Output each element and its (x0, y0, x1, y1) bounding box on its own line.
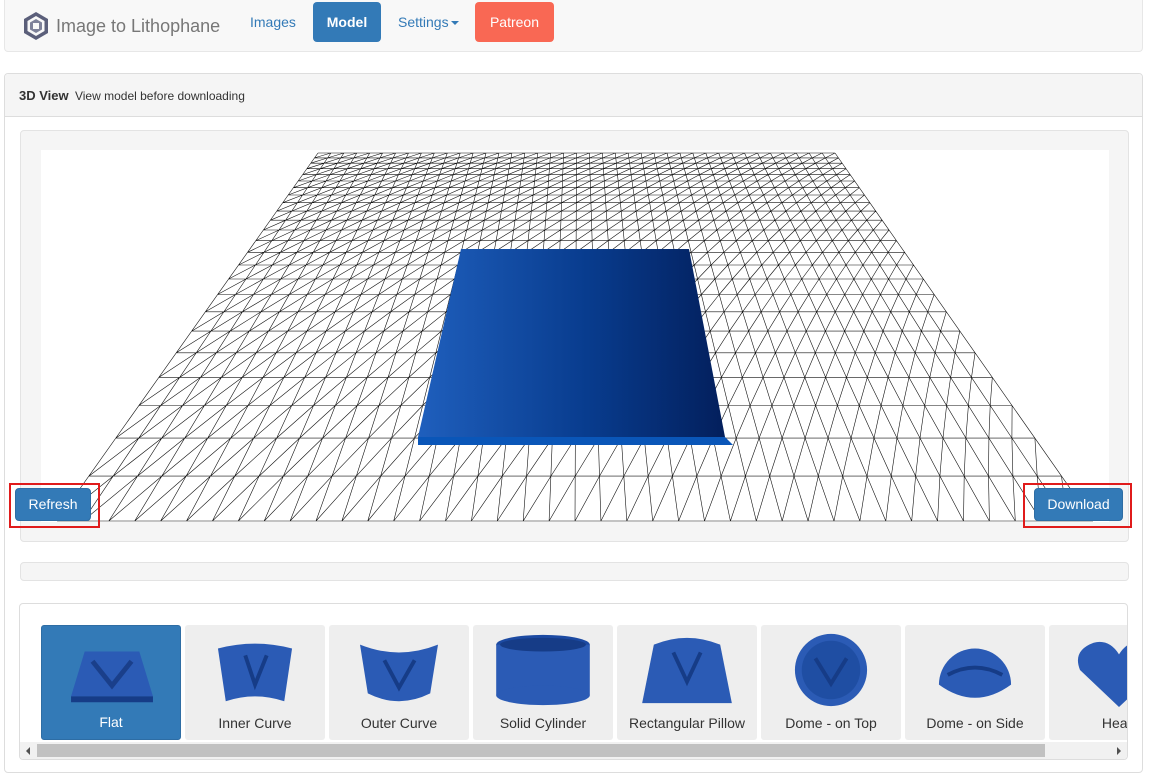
shape-thumbnail-icon (360, 644, 438, 702)
shape-label: Dome - on Side (926, 715, 1024, 731)
shape-thumbnail-icon (496, 634, 590, 706)
horizontal-scrollbar[interactable] (20, 742, 1127, 759)
shape-option-outer-curve[interactable]: Outer Curve (329, 625, 469, 740)
shape-selector: Flat Inner Curve Outer Curve Solid Cylinder… (19, 603, 1128, 760)
caret-down-icon (450, 21, 459, 26)
shape-thumbnail-icon (71, 651, 153, 703)
scroll-right-arrow-icon[interactable] (1117, 747, 1121, 755)
lithophane-hexagon-logo-icon (24, 12, 48, 40)
shape-label: Outer Curve (360, 715, 438, 731)
viewer-toolbar (20, 562, 1129, 581)
shape-label: Heart (1101, 715, 1128, 731)
shape-label: Solid Cylinder (499, 715, 587, 731)
brand[interactable]: Image to Lithophane (21, 9, 220, 43)
panel-heading: 3D View View model before downloading (5, 74, 1142, 117)
shape-list: Flat Inner Curve Outer Curve Solid Cylinder… (41, 625, 1128, 740)
shape-thumbnail-icon (794, 633, 868, 707)
shape-label: Dome - on Top (785, 715, 877, 731)
shape-option-dome-on-side[interactable]: Dome - on Side (905, 625, 1045, 740)
panel-title: 3D View (19, 88, 69, 103)
shape-option-flat[interactable]: Flat (41, 625, 181, 740)
shape-label: Rectangular Pillow (629, 715, 745, 731)
shape-thumbnail-icon (1077, 641, 1127, 708)
top-navbar: Image to Lithophane Images Model Setting… (4, 0, 1143, 52)
shape-thumbnail-icon (642, 637, 732, 704)
shape-option-dome-on-top[interactable]: Dome - on Top (761, 625, 901, 740)
nav-images[interactable]: Images (236, 2, 310, 42)
panel-subtitle: View model before downloading (74, 89, 245, 103)
scrollbar-thumb[interactable] (37, 744, 1045, 757)
scroll-left-arrow-icon[interactable] (26, 747, 30, 755)
3d-viewer-canvas[interactable] (41, 150, 1109, 522)
shape-thumbnail-icon (217, 643, 293, 702)
nav-settings-dropdown[interactable]: Settings (384, 2, 473, 42)
shape-label: Flat (99, 714, 123, 730)
nav-model[interactable]: Model (313, 2, 381, 42)
viewer-well (20, 130, 1129, 542)
refresh-button[interactable]: Refresh (15, 488, 91, 521)
shape-option-inner-curve[interactable]: Inner Curve (185, 625, 325, 740)
nav-settings-label: Settings (398, 14, 449, 30)
shape-thumbnail-icon (938, 648, 1012, 698)
download-button[interactable]: Download (1034, 488, 1123, 521)
shape-option-rectangular-pillow[interactable]: Rectangular Pillow (617, 625, 757, 740)
shape-option-heart[interactable]: Heart (1049, 625, 1128, 740)
lithophane-model (418, 249, 733, 445)
brand-title: Image to Lithophane (56, 15, 221, 36)
nav-patreon[interactable]: Patreon (475, 2, 554, 42)
shape-label: Inner Curve (218, 715, 292, 731)
shape-option-solid-cylinder[interactable]: Solid Cylinder (473, 625, 613, 740)
